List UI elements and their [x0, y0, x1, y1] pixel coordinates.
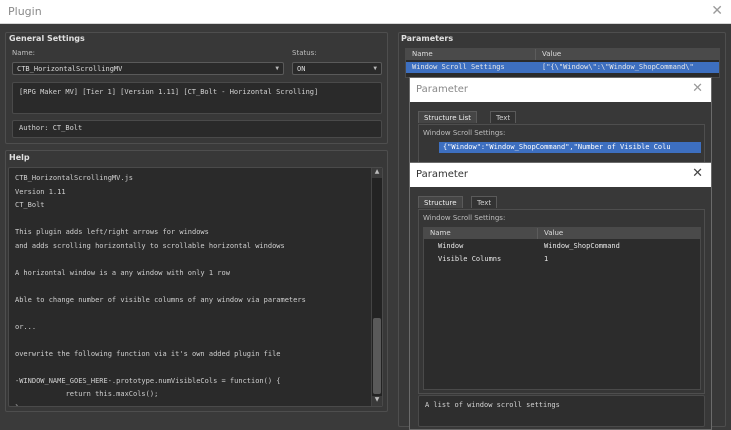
tab-structure-list[interactable]: Structure List	[418, 111, 478, 123]
help-line	[15, 213, 373, 227]
help-line: A horizontal window is a any window with…	[15, 268, 230, 277]
parameters-table: Name Value Window Scroll Settings ["{\"W…	[405, 48, 720, 78]
help-line	[15, 361, 373, 375]
plugin-name-select[interactable]: CTB_HorizontalScrollingMV ▼	[12, 62, 284, 75]
help-line: or...	[15, 322, 37, 331]
row-value: ["{\"Window\":\"Window_ShopCommand\"	[542, 63, 694, 71]
help-line	[15, 280, 373, 294]
window-title: Plugin	[8, 5, 42, 18]
list-item-text: {"Window":"Window_ShopCommand","Number o…	[443, 143, 671, 151]
help-line: -WINDOW_NAME_GOES_HERE-.prototype.numVis…	[15, 376, 281, 385]
parameter-dialog-structure: Parameter ✕ Structure Text Window Scroll…	[409, 162, 712, 430]
help-line: CTB_HorizontalScrollingMV.js	[15, 174, 134, 182]
row-name: Visible Columns	[438, 255, 502, 263]
help-line: overwrite the following function via it'…	[15, 349, 281, 358]
help-textbox[interactable]: CTB_HorizontalScrollingMV.js Version 1.1…	[8, 167, 383, 407]
author-field[interactable]: Author: CT_Bolt	[12, 120, 382, 138]
description-text: A list of window scroll settings	[425, 401, 560, 409]
list-label: Window Scroll Settings:	[423, 129, 506, 137]
help-line: and adds scrolling horizontally to scrol…	[15, 241, 285, 250]
parameters-title: Parameters	[401, 34, 454, 43]
help-line: };	[15, 402, 373, 407]
tab-text[interactable]: Text	[490, 111, 517, 123]
tab-structure[interactable]: Structure	[418, 196, 463, 208]
help-line	[15, 253, 373, 267]
name-label: Name:	[12, 49, 36, 57]
help-text: CTB_HorizontalScrollingMV.js Version 1.1…	[15, 172, 373, 407]
chevron-down-icon: ▼	[373, 65, 377, 72]
tab-text[interactable]: Text	[471, 196, 498, 208]
structure-table: Name Value Window Window_ShopCommand Vis…	[423, 227, 701, 390]
column-header-value[interactable]: Value	[538, 228, 700, 239]
window-titlebar: Plugin ✕	[0, 0, 731, 24]
close-icon[interactable]: ✕	[711, 3, 723, 19]
parameter-dialog-list: Parameter ✕ Structure List Text Window S…	[409, 77, 712, 167]
status-label: Status:	[292, 49, 317, 57]
chevron-down-icon: ▼	[275, 65, 279, 72]
close-icon[interactable]: ✕	[692, 166, 703, 181]
author-text: Author: CT_Bolt	[19, 124, 83, 132]
parameters-table-header: Name Value	[406, 49, 719, 60]
status-select[interactable]: ON ▼	[292, 62, 382, 75]
dialog-title: Parameter	[416, 169, 469, 180]
scroll-down-icon[interactable]: ▼	[372, 396, 382, 406]
row-name: Window	[438, 242, 464, 250]
row-value: Window_ShopCommand	[544, 242, 620, 250]
dialog-titlebar: Parameter ✕	[410, 78, 711, 102]
table-row[interactable]: Window Window_ShopCommand	[424, 241, 700, 252]
dialog-title: Parameter	[416, 84, 469, 95]
structure-list-panel: Window Scroll Settings: {"Window":"Windo…	[418, 124, 705, 164]
help-title: Help	[9, 153, 30, 162]
scroll-up-icon[interactable]: ▲	[372, 168, 382, 178]
structure-panel: Window Scroll Settings: Name Value Windo…	[418, 209, 705, 394]
help-line	[15, 307, 373, 321]
column-header-value[interactable]: Value	[536, 49, 719, 60]
help-line: Able to change number of visible columns…	[15, 295, 306, 304]
help-line: This plugin adds left/right arrows for w…	[15, 228, 209, 236]
help-line: return this.maxCols();	[15, 390, 159, 398]
structure-table-header: Name Value	[424, 228, 700, 239]
description-text: [RPG Maker MV] [Tier 1] [Version 1.11] […	[19, 88, 319, 96]
general-settings-title: General Settings	[9, 34, 85, 43]
status-value: ON	[297, 65, 306, 73]
help-line: CT_Bolt	[15, 201, 45, 209]
help-line: Version 1.11	[15, 187, 66, 196]
close-icon[interactable]: ✕	[692, 81, 703, 96]
table-row[interactable]: Window Scroll Settings ["{\"Window\":\"W…	[406, 62, 719, 73]
help-line	[15, 334, 373, 348]
plugin-name-value: CTB_HorizontalScrollingMV	[17, 65, 123, 73]
table-row[interactable]: Visible Columns 1	[424, 254, 700, 265]
description-box: A list of window scroll settings	[418, 395, 705, 427]
table-label: Window Scroll Settings:	[423, 214, 506, 222]
list-item[interactable]: {"Window":"Window_ShopCommand","Number o…	[439, 142, 701, 153]
scroll-thumb[interactable]	[373, 318, 381, 394]
column-header-name[interactable]: Name	[424, 228, 538, 239]
row-value: 1	[544, 255, 549, 263]
help-scrollbar[interactable]: ▲ ▼	[371, 168, 382, 406]
row-name: Window Scroll Settings	[412, 63, 505, 71]
dialog-titlebar: Parameter ✕	[410, 163, 711, 187]
description-field[interactable]: [RPG Maker MV] [Tier 1] [Version 1.11] […	[12, 82, 382, 114]
column-header-name[interactable]: Name	[406, 49, 536, 60]
